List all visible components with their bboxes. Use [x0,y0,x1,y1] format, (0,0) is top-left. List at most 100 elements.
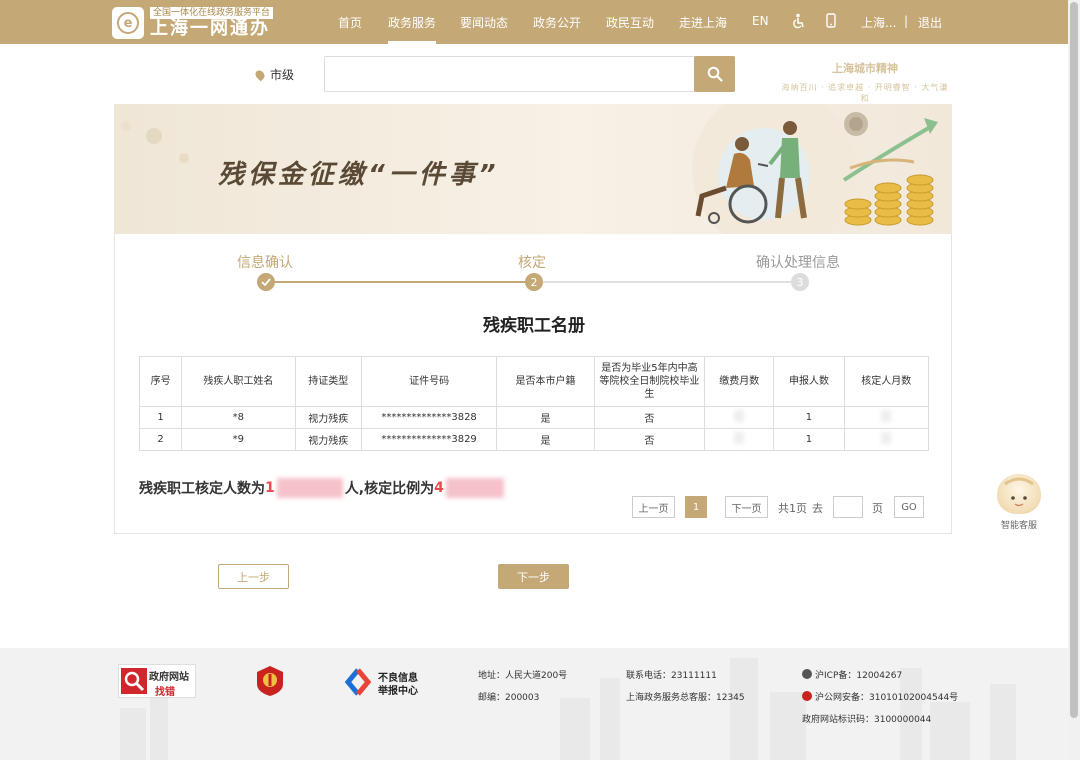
step-3-label: 确认处理信息 [756,255,840,271]
footer-public-security[interactable]: 沪公网安备：31010102004544号 [815,690,958,703]
redacted-count [276,478,343,498]
cell-paid-months-redacted [704,428,775,451]
report-label-bottom: 举报中心 [378,686,418,697]
table-header-row: 序号 残疾人职工姓名 持证类型 证件号码 是否本市户籍 是否为毕业5年内中高等院… [138,356,930,407]
total-pages: 共1页 [778,502,807,515]
site-footer: 政府网站 找错 不良信息 举报中心 地址：人民大道200号 邮编：200003 … [0,648,1068,760]
next-page-button[interactable]: 下一页 [725,496,768,518]
step-1-label: 信息确认 [237,255,293,271]
assistant-label: 智能客服 [1000,521,1037,531]
cell-local: 是 [496,428,595,451]
cell-name: *8 [181,406,296,429]
current-page-button[interactable]: 1 [685,496,707,518]
step-1-check-icon [257,273,275,291]
logout-link[interactable]: 退出 [918,14,942,31]
footer-icp[interactable]: 沪ICP备：12004267 [815,668,902,681]
cell-index: 2 [138,428,183,451]
cell-cert-type: 视力残疾 [294,406,362,429]
nav-english[interactable]: EN [752,14,769,28]
redacted-ratio [445,478,504,498]
cell-approved-redacted [843,406,930,429]
logo-icon: e [112,7,144,39]
cell-graduate: 否 [593,406,706,429]
table-row: 2 *9 视力残疾 **************3829 是 否 1 [138,428,930,451]
cell-id-number: **************3828 [360,406,498,429]
footer-postcode: 邮编：200003 [478,693,540,703]
col-paid-months: 缴费月数 [704,356,775,407]
footer-hotline: 上海政务服务总客服：12345 [626,693,745,703]
search-input[interactable] [324,56,735,92]
site-logo[interactable]: e 全国一体化在线政务服务平台 上海一网通办 [112,7,274,39]
nav-home[interactable]: 首页 [338,14,362,31]
banner-title: 残保金征缴“一件事” [218,160,500,190]
prev-page-button[interactable]: 上一页 [632,496,675,518]
footer-address: 地址：人民大道200号 [478,671,568,681]
nav-gov-affairs[interactable]: 政务公开 [533,14,581,31]
approved-ratio: 4 [434,480,444,496]
col-id-number: 证件号码 [360,356,498,407]
col-local-hukou: 是否本市户籍 [496,356,595,407]
nav-separator: | [904,14,909,28]
cell-name: *9 [181,428,296,451]
gov-site-label: 政府网站 [149,672,189,683]
cell-local: 是 [496,406,595,429]
step-progress-line-done [266,281,535,283]
cell-declared: 1 [773,406,845,429]
find-error-label: 找错 [155,687,175,698]
party-gov-badge[interactable] [257,666,283,696]
previous-step-button[interactable]: 上一步 [218,564,289,589]
user-name[interactable]: 上海... [861,14,896,31]
col-name: 残疾人职工姓名 [181,356,296,407]
cell-id-number: **************3829 [360,428,498,451]
party-emblem-icon [257,666,283,696]
police-badge-icon [802,691,812,701]
table-row: 1 *8 视力残疾 **************3828 是 否 1 [138,406,930,429]
nav-interaction[interactable]: 政民互动 [606,14,654,31]
summary-middle: 人,核定比例为 [344,481,435,497]
search-button[interactable] [694,56,735,92]
footer-phone: 联系电话：23111111 [626,671,717,681]
col-index: 序号 [138,356,183,407]
location-pin-icon [253,68,267,81]
roster-title: 残疾职工名册 [483,316,585,336]
service-banner: 残保金征缴“一件事” [114,104,952,234]
nav-about-shanghai[interactable]: 走进上海 [679,14,727,31]
nav-gov-services[interactable]: 政务服务 [388,14,437,44]
illegal-info-report-badge[interactable]: 不良信息 举报中心 [344,668,424,697]
gov-site-error-report-badge[interactable]: 政府网站 找错 [118,664,196,698]
disabled-employee-table: 序号 残疾人职工姓名 持证类型 证件号码 是否本市户籍 是否为毕业5年内中高等院… [138,356,930,451]
assistant-avatar-icon [997,474,1041,514]
go-button[interactable]: GO [894,496,924,518]
logo-title: 上海一网通办 [150,18,270,39]
footer-site-code: 政府网站标识码：3100000044 [802,715,932,725]
location-label: 市级 [270,68,295,82]
accessibility-icon[interactable] [791,13,805,33]
icp-icon [802,669,812,679]
cell-cert-type: 视力残疾 [294,428,362,451]
location-selector[interactable]: 市级 [253,66,295,83]
report-center-icon [344,668,372,696]
page-number-input[interactable] [833,496,863,518]
nav-news[interactable]: 要闻动态 [460,14,508,31]
cell-graduate: 否 [593,428,706,451]
step-progress-line-pending [535,281,801,283]
step-2-label: 核定 [518,255,546,271]
scrollbar-thumb[interactable] [1070,2,1078,718]
verification-card: 信息确认 核定 确认处理信息 2 3 残疾职工名册 序号 残疾人职工姓名 持证类… [114,234,952,534]
approved-count: 1 [265,480,275,496]
cell-declared: 1 [773,428,845,451]
city-spirit-slogan: 上海城市精神 海纳百川 · 追求卓越 · 开明睿智 · 大气谦和 [778,60,952,104]
approval-summary: 残疾职工核定人数为 1 人,核定比例为 4 [139,478,506,498]
smart-assistant-widget[interactable]: 智能客服 [994,474,1044,531]
search-icon [707,66,723,82]
magnifier-icon [121,668,147,694]
col-declared-count: 申报人数 [773,356,845,407]
cell-index: 1 [138,406,183,429]
page-scrollbar[interactable] [1068,0,1080,760]
mobile-icon[interactable] [826,13,836,32]
step-3-marker: 3 [791,273,809,291]
col-cert-type: 持证类型 [294,356,362,407]
next-step-button[interactable]: 下一步 [498,564,569,589]
top-navigation-bar: e 全国一体化在线政务服务平台 上海一网通办 首页 政务服务 要闻动态 政务公开… [0,0,1068,44]
slogan-title: 上海城市精神 [832,62,898,75]
